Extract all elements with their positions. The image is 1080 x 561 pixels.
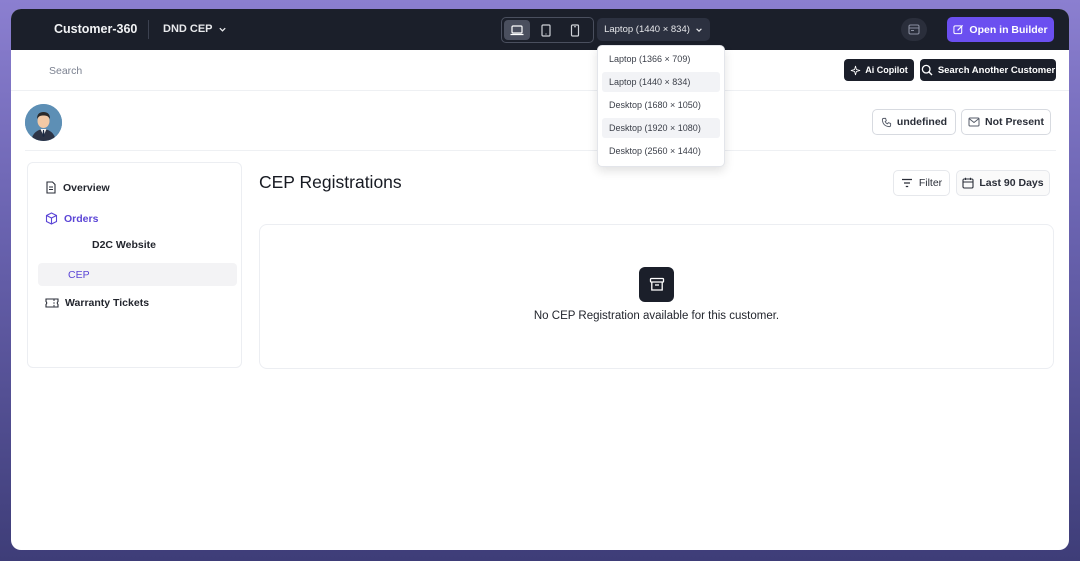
empty-state-message: No CEP Registration available for this c… bbox=[533, 310, 780, 322]
archive-icon bbox=[639, 267, 674, 302]
sidebar-item-label: CEP bbox=[68, 268, 90, 281]
sidebar-item-cep[interactable]: CEP bbox=[38, 263, 237, 286]
project-selector[interactable]: DND CEP bbox=[163, 23, 227, 35]
search-another-customer-label: Search Another Customer bbox=[937, 64, 1056, 76]
viewport-option[interactable]: Laptop (1440 × 834) bbox=[602, 72, 720, 92]
sidebar: Overview Orders D2C Website CEP Warranty… bbox=[27, 162, 242, 368]
device-toggle bbox=[501, 17, 594, 43]
filter-button[interactable]: Filter bbox=[893, 170, 950, 196]
phone-pill[interactable]: undefined bbox=[872, 109, 956, 135]
viewport-select[interactable]: Laptop (1440 × 834) bbox=[597, 18, 710, 41]
window-icon bbox=[908, 24, 920, 35]
project-label: DND CEP bbox=[163, 23, 213, 35]
mobile-icon bbox=[570, 23, 580, 37]
calendar-icon bbox=[962, 177, 974, 189]
viewport-option[interactable]: Desktop (1920 × 1080) bbox=[602, 118, 720, 138]
viewport-dropdown: Laptop (1366 × 709) Laptop (1440 × 834) … bbox=[597, 45, 725, 167]
search-icon bbox=[921, 64, 933, 76]
page-title: CEP Registrations bbox=[259, 172, 402, 192]
sidebar-item-warranty-tickets[interactable]: Warranty Tickets bbox=[45, 297, 149, 309]
sidebar-item-label: Orders bbox=[64, 212, 99, 225]
avatar bbox=[25, 104, 62, 141]
open-in-builder-button[interactable]: Open in Builder bbox=[947, 17, 1054, 42]
search-input[interactable] bbox=[49, 62, 349, 80]
chevron-down-icon bbox=[218, 25, 227, 34]
tablet-view-button[interactable] bbox=[533, 20, 559, 40]
phone-label: undefined bbox=[896, 116, 948, 128]
search-another-customer-button[interactable]: Search Another Customer bbox=[920, 59, 1056, 81]
viewport-option[interactable]: Desktop (2560 × 1440) bbox=[602, 141, 720, 161]
sidebar-item-label: D2C Website bbox=[92, 239, 156, 251]
email-pill[interactable]: Not Present bbox=[961, 109, 1051, 135]
divider bbox=[25, 150, 1056, 151]
app-title: Customer-360 bbox=[54, 22, 138, 36]
sidebar-item-label: Overview bbox=[63, 181, 110, 194]
viewport-label: Laptop (1440 × 834) bbox=[604, 24, 690, 35]
viewport-option[interactable]: Laptop (1366 × 709) bbox=[602, 49, 720, 69]
ai-copilot-label: Ai Copilot bbox=[865, 65, 908, 75]
date-range-button[interactable]: Last 90 Days bbox=[956, 170, 1050, 196]
ai-copilot-button[interactable]: Ai Copilot bbox=[844, 59, 914, 81]
filter-icon bbox=[901, 178, 913, 188]
ticket-icon bbox=[45, 297, 59, 309]
empty-state-card: No CEP Registration available for this c… bbox=[259, 224, 1054, 369]
phone-icon bbox=[881, 117, 892, 128]
mail-icon bbox=[968, 117, 980, 127]
sparkle-icon bbox=[850, 65, 861, 76]
sidebar-item-orders[interactable]: Orders bbox=[45, 212, 98, 225]
tablet-icon bbox=[541, 23, 551, 37]
filter-label: Filter bbox=[918, 177, 943, 189]
sidebar-item-d2c-website[interactable]: D2C Website bbox=[92, 239, 156, 251]
sidebar-item-label: Warranty Tickets bbox=[65, 297, 150, 309]
date-range-label: Last 90 Days bbox=[979, 177, 1044, 189]
box-icon bbox=[45, 212, 58, 225]
laptop-icon bbox=[510, 24, 524, 36]
preview-button[interactable] bbox=[901, 18, 927, 41]
top-bar: Customer-360 DND CEP Laptop (1440 × 834)… bbox=[11, 9, 1069, 50]
divider bbox=[148, 20, 149, 39]
edit-icon bbox=[953, 24, 964, 35]
chevron-down-icon bbox=[695, 26, 703, 34]
email-label: Not Present bbox=[985, 116, 1044, 128]
viewport-option[interactable]: Desktop (1680 × 1050) bbox=[602, 95, 720, 115]
mobile-view-button[interactable] bbox=[562, 20, 588, 40]
sidebar-item-overview[interactable]: Overview bbox=[45, 181, 110, 194]
app-window: Customer-360 DND CEP Laptop (1440 × 834)… bbox=[11, 9, 1069, 550]
laptop-view-button[interactable] bbox=[504, 20, 530, 40]
document-icon bbox=[45, 181, 57, 194]
open-in-builder-label: Open in Builder bbox=[969, 23, 1048, 36]
